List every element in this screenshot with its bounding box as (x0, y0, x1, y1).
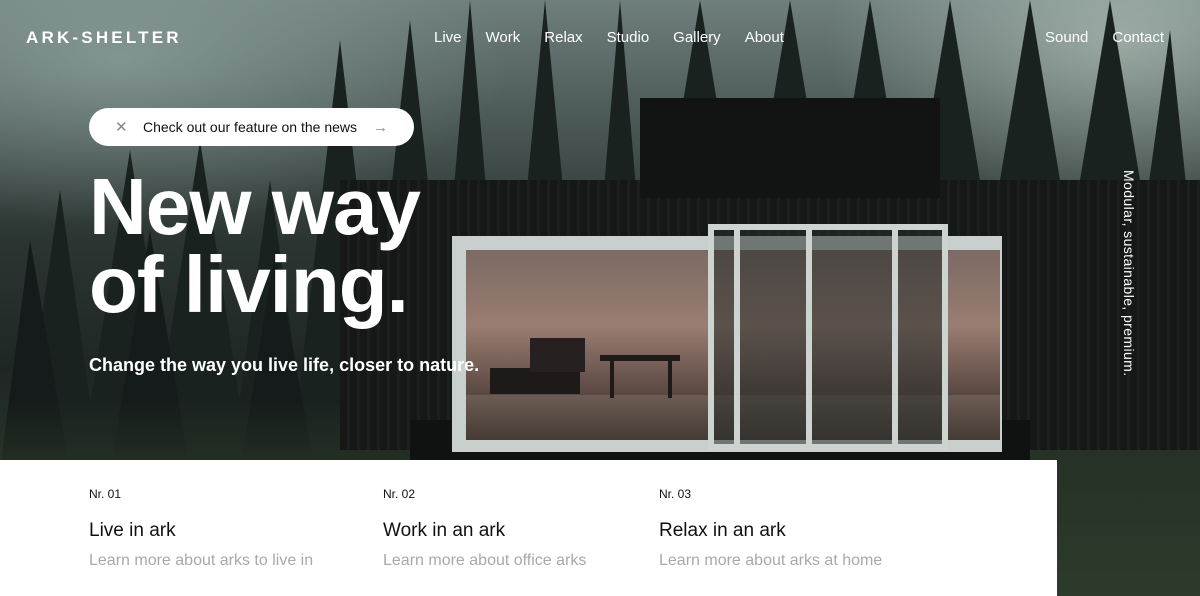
secondary-nav: Sound Contact (1045, 29, 1164, 46)
door-mullion (734, 230, 740, 444)
nav-relax[interactable]: Relax (544, 29, 582, 46)
close-icon[interactable]: ✕ (115, 118, 129, 136)
sofa-back (530, 338, 585, 372)
card-title[interactable]: Live in ark (89, 520, 176, 542)
nav-contact[interactable]: Contact (1112, 29, 1164, 46)
headline-line-1: New way (89, 162, 421, 251)
card-number: Nr. 01 (89, 487, 122, 501)
card-title[interactable]: Work in an ark (383, 520, 505, 542)
arrow-right-icon[interactable]: → (373, 119, 388, 136)
hero-headline: New way of living. (89, 167, 421, 325)
nav-live[interactable]: Live (434, 29, 462, 46)
site-logo[interactable]: ARK-SHELTER (26, 28, 182, 48)
door-mullion (806, 230, 812, 444)
feature-cards: Nr. 01 Live in ark Learn more about arks… (0, 460, 1057, 596)
nav-gallery[interactable]: Gallery (673, 29, 721, 46)
headline-line-2: of living. (89, 240, 409, 329)
card-link[interactable]: Learn more about office arks (383, 552, 586, 570)
card-link[interactable]: Learn more about arks to live in (89, 552, 313, 570)
sliding-glass-door (708, 224, 948, 450)
card-title[interactable]: Relax in an ark (659, 520, 786, 542)
door-mullion (892, 230, 898, 444)
vertical-tagline: Modular, sustainable, premium. (1121, 170, 1137, 377)
main-nav: Live Work Relax Studio Gallery About (434, 29, 784, 46)
nav-studio[interactable]: Studio (607, 29, 650, 46)
announcement-pill[interactable]: ✕ Check out our feature on the news → (89, 108, 414, 146)
nav-about[interactable]: About (745, 29, 784, 46)
house-roof (640, 98, 940, 198)
table-leg (610, 358, 614, 398)
hero-subheadline: Change the way you live life, closer to … (89, 355, 480, 375)
announcement-text[interactable]: Check out our feature on the news (143, 119, 357, 135)
nav-work[interactable]: Work (486, 29, 521, 46)
nav-sound[interactable]: Sound (1045, 29, 1088, 46)
card-number: Nr. 02 (383, 487, 416, 501)
table-leg (668, 358, 672, 398)
card-number: Nr. 03 (659, 487, 692, 501)
card-link[interactable]: Learn more about arks at home (659, 552, 882, 570)
